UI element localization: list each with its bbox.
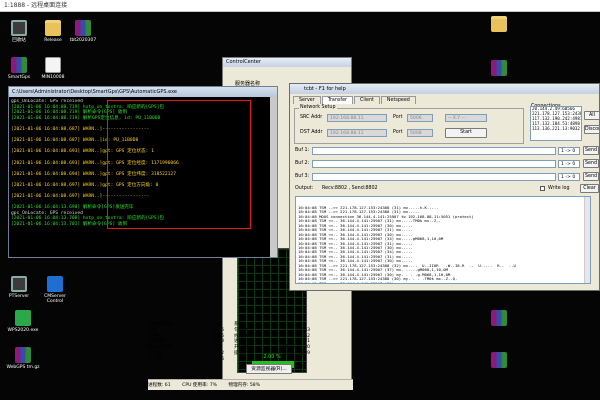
src-port-label: Port [393, 115, 403, 120]
desktop-icon-right-archive-2[interactable] [480, 310, 518, 328]
console-scrollbar[interactable] [270, 97, 277, 257]
status-memory: 物理内存: 58% [228, 383, 261, 388]
stat-value: 1618 [212, 339, 224, 345]
buffer-2-direction-select[interactable]: 1 -> 0 [558, 160, 580, 168]
output-status: Recv:8802 , Send:8802 [322, 186, 378, 191]
desktop-icon-right-folder[interactable] [480, 16, 518, 34]
buffer-2-label: Buf 2: [295, 161, 310, 166]
desktop-icon-right-archive[interactable] [480, 60, 518, 78]
dst-port-input[interactable]: 5008 [407, 129, 433, 137]
connections-list[interactable]: 20.144.2.49:60566 221.178.127.153:24388 11… [530, 106, 582, 141]
archive-icon [491, 310, 507, 326]
src-addr-input[interactable]: 192.168.88.11 [327, 114, 387, 122]
desktop-icon-file[interactable]: MIN10008 [34, 57, 72, 80]
desktop-icon-label: MIN10008 [41, 75, 65, 80]
dst-port-label: Port [393, 130, 403, 135]
buffer-3-send-button[interactable]: Send [583, 172, 599, 181]
connection-item[interactable]: 113.136.221.13:9032 [532, 126, 581, 132]
buffer-3-direction-select[interactable]: 1 -> 0 [558, 173, 580, 181]
physical-memory-stats: 物理内存(K) 总数 4095 可用数 1685 系统缓存 1618 核心内存(K) 分页数 12… [148, 322, 228, 363]
resource-monitor-button[interactable]: 资源监视器(R)... [246, 364, 292, 374]
network-setup-group: Network Setup SRC Addr 192.168.88.11 Por… [294, 105, 524, 144]
archive-icon [15, 347, 31, 363]
output-log-scrollbar[interactable] [584, 197, 590, 283]
desktop-icon-wps[interactable]: WPS2020.exe [4, 310, 42, 333]
desktop-icon-archive[interactable]: tbt2020307 [64, 20, 102, 43]
tcp-tool-titlebar: tcbt - F1 for help [290, 84, 599, 94]
output-label: Output: [295, 186, 314, 191]
system-stats: 系统 句柄数 20243 线程数 1052 进程数 61 开机时间 144:22:11:20 提交… [234, 322, 314, 357]
app-icon [47, 276, 63, 292]
console-titlebar: C:\Users\Administrator\Desktop\SmartGps\… [9, 87, 277, 97]
log-line: 16:04:13 TSM <<-- 36.144.4.141:25907 (30… [298, 280, 413, 284]
server-icon [11, 276, 27, 292]
folder-icon [491, 16, 507, 32]
stat-row: 提交(MB) 3511 / 8189 [234, 351, 314, 357]
tab-netspeed[interactable]: Netspeed [380, 96, 416, 104]
all-button[interactable]: All [584, 111, 600, 120]
desktop-icon-smartgps[interactable]: SmartGps [0, 57, 38, 80]
output-log[interactable]: 16:04:08 TSM -->> 221.178.127.153:24388 … [295, 196, 591, 284]
mode-select[interactable]: -- X.Y -- [445, 114, 487, 122]
status-cpu: CPU 使用率: 7% [182, 383, 217, 388]
console-window[interactable]: C:\Users\Administrator\Desktop\SmartGps\… [8, 86, 278, 258]
desktop-icon-label: tbt2020307 [69, 38, 97, 43]
stat-value: 56 [218, 356, 224, 362]
wps-icon [15, 310, 31, 326]
tcp-tool-window[interactable]: tcbt - F1 for help Server Transfer Clien… [289, 83, 600, 291]
tab-transfer[interactable]: Transfer [321, 96, 354, 104]
src-addr-label: SRC Addr [300, 115, 323, 120]
stat-value: 3511 / 8189 [282, 350, 310, 356]
buffer-2-input[interactable] [312, 160, 556, 168]
stat-row: 未分页 56 [148, 357, 228, 363]
status-processes: 进程数: 61 [148, 383, 171, 388]
tool-tabs: Server Transfer Client Netspeed [293, 96, 417, 104]
control-center-titlebar: ControlCenter [223, 58, 351, 67]
disconnect-button[interactable]: Disconn [584, 125, 600, 134]
file-icon [45, 57, 61, 73]
write-log-label: Write log [548, 186, 570, 191]
dst-addr-input[interactable]: 192.168.88.11 [327, 129, 387, 137]
control-center-statusbar: 进程数: 61 CPU 使用率: 7% 物理内存: 58% [148, 379, 353, 390]
archive-icon [11, 57, 27, 73]
console-line: [2021-01-06 16:04:13.701] 解析命令[GPS] 收到 [11, 222, 128, 228]
archive-icon [75, 20, 91, 36]
buffer-3-input[interactable] [312, 173, 556, 181]
console-output: gps_OnLocate: GPS received [2021-01-06 16… [11, 99, 269, 255]
desktop-icon-recycle-bin[interactable]: 回收站 [0, 20, 38, 43]
archive-icon [491, 60, 507, 76]
desktop-icon-cmserver[interactable]: CMServer Control [36, 276, 74, 304]
desktop-icon-label: 回收站 [12, 38, 26, 43]
buffer-1-input[interactable] [312, 147, 556, 155]
desktop-icon-webgps[interactable]: WebGPS tm.gz [4, 347, 42, 370]
buffer-1-direction-select[interactable]: 1 -> 0 [558, 147, 580, 155]
desktop-icon-label: CMServer Control [44, 294, 66, 304]
buffer-1-send-button[interactable]: Send [583, 146, 599, 155]
clear-button[interactable]: Clear [580, 184, 599, 193]
stat-key: 提交(MB) [234, 350, 254, 356]
buffer-3-label: Buf 3: [295, 174, 310, 179]
start-button[interactable]: Start [445, 128, 487, 138]
buffer-2-send-button[interactable]: Send [583, 159, 599, 168]
stat-key: 未分页 [148, 356, 162, 362]
archive-icon [491, 352, 507, 368]
desktop-icon-label: WebGPS tm.gz [6, 365, 40, 370]
desktop-icon-label: PTServer [8, 294, 30, 299]
write-log-checkbox[interactable] [540, 186, 545, 191]
tab-server[interactable]: Server [293, 96, 321, 104]
dst-addr-label: DST Addr [300, 130, 323, 135]
remote-desktop-titlebar: 1:1888 - 远程桌面连接 [0, 0, 600, 12]
recycle-bin-icon [11, 20, 27, 36]
network-setup-title: Network Setup [299, 105, 337, 110]
desktop-icon-right-archive-3[interactable] [480, 352, 518, 370]
desktop-icon-ptserver[interactable]: PTServer [0, 276, 38, 299]
src-port-input[interactable]: 5006 [407, 114, 433, 122]
folder-icon [45, 20, 61, 36]
desktop-icon-label: SmartGps [7, 75, 31, 80]
buffer-1-label: Buf 1: [295, 148, 310, 153]
desktop-icon-label: Release [44, 38, 62, 43]
desktop-icon-label: WPS2020.exe [7, 328, 39, 333]
tab-client[interactable]: Client [354, 96, 380, 104]
